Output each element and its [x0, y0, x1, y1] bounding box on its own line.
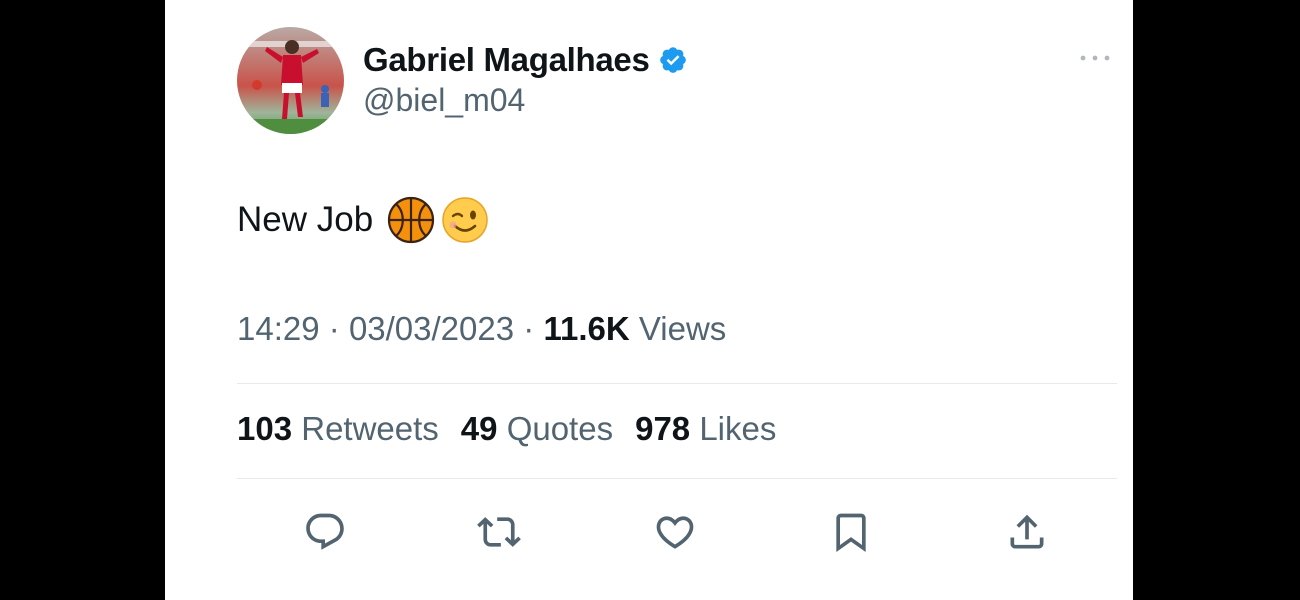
views-count: 11.6K: [543, 310, 630, 347]
likes-stat[interactable]: 978 Likes: [635, 410, 776, 448]
quotes-label: Quotes: [506, 410, 614, 447]
reply-button[interactable]: [301, 508, 349, 556]
video-frame: Gabriel Magalhaes @biel_m04 New Job 14:2…: [0, 0, 1300, 600]
tweet-date[interactable]: 03/03/2023: [349, 310, 514, 347]
tweet-body: New Job: [237, 196, 489, 244]
meta-separator: ·: [523, 310, 535, 347]
author-handle[interactable]: @biel_m04: [363, 82, 525, 119]
likes-count: 978: [635, 410, 691, 447]
engagement-stats: 103 Retweets 49 Quotes 978 Likes: [237, 410, 776, 448]
divider: [237, 478, 1117, 479]
divider: [237, 383, 1117, 384]
heart-icon: [656, 516, 694, 549]
likes-label: Likes: [699, 410, 777, 447]
share-icon: [1010, 514, 1044, 549]
quotes-count: 49: [460, 410, 498, 447]
retweet-icon: [477, 517, 521, 547]
meta-separator: ·: [328, 310, 340, 347]
tweet-text: New Job: [237, 200, 374, 239]
display-name[interactable]: Gabriel Magalhaes: [363, 41, 650, 79]
reply-icon: [306, 513, 344, 550]
share-button[interactable]: [1003, 508, 1051, 556]
tweet-card: Gabriel Magalhaes @biel_m04 New Job 14:2…: [165, 0, 1133, 600]
retweet-button[interactable]: [475, 508, 523, 556]
bookmark-button[interactable]: [827, 508, 875, 556]
views-label: Views: [638, 310, 727, 347]
bookmark-icon: [836, 513, 866, 553]
retweets-stat[interactable]: 103 Retweets: [237, 410, 439, 448]
action-bar: [165, 508, 1133, 556]
quotes-stat[interactable]: 49 Quotes: [461, 410, 613, 448]
verified-badge-icon: [658, 45, 688, 75]
tweet-time[interactable]: 14:29: [237, 310, 320, 347]
more-icon: [1080, 55, 1110, 61]
author-name-row: Gabriel Magalhaes: [363, 40, 688, 80]
winking-face-emoji-icon: [441, 196, 489, 244]
retweets-count: 103: [237, 410, 293, 447]
tweet-metadata: 14:29 · 03/03/2023 · 11.6K Views: [237, 310, 726, 348]
basketball-emoji-icon: [387, 196, 435, 244]
retweets-label: Retweets: [301, 410, 439, 447]
avatar[interactable]: [237, 27, 344, 134]
more-options-button[interactable]: [1075, 48, 1115, 68]
like-button[interactable]: [651, 508, 699, 556]
